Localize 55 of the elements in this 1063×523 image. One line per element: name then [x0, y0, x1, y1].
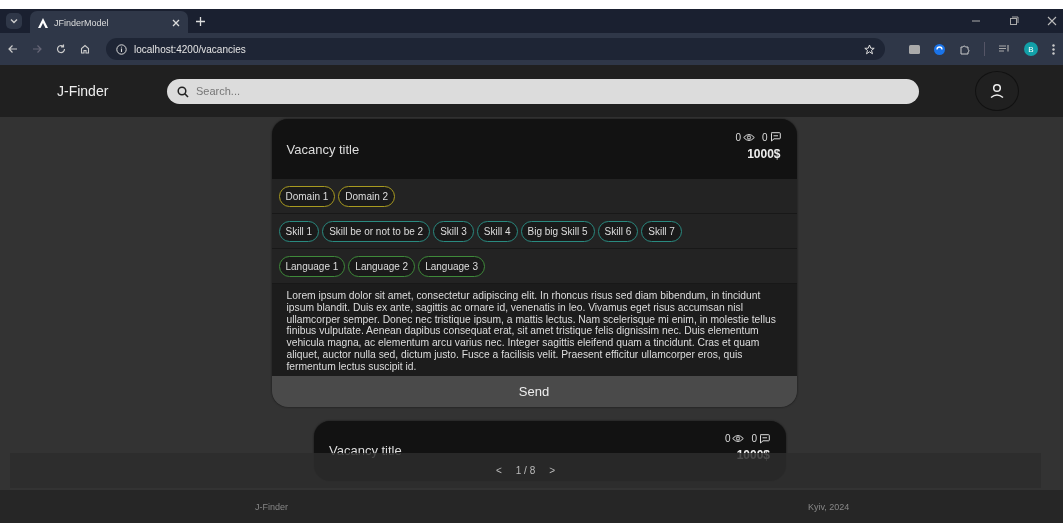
skill-tag: Skill be or not to be 2	[322, 220, 431, 242]
send-button[interactable]: Send	[271, 375, 797, 407]
language-tag: Language 2	[348, 255, 416, 277]
skill-tag: Skill 3	[433, 220, 474, 242]
vacancy-title: Vacancy title	[329, 443, 402, 459]
close-icon[interactable]	[1047, 16, 1057, 26]
more-icon[interactable]	[1052, 43, 1055, 55]
views-count: 0	[724, 433, 731, 445]
tab-title: JFinderModel	[54, 17, 110, 28]
next-page-button[interactable]: >	[547, 463, 558, 478]
skill-tag: Skill 1	[278, 220, 320, 242]
browser-tab[interactable]: JFinderModel	[30, 10, 188, 35]
logo[interactable]: J-Finder	[57, 83, 167, 99]
skill-tag: Big big Skill 5	[520, 220, 595, 242]
domain-tag: Domain 2	[338, 185, 396, 207]
vacancy-description: Lorem ipsum dolor sit amet, consectetur adipiscing elit. In rhoncus risus sed diam bibendum, in tincidunt ipsum blandit. Duis ex ante, sagittis ac ornare id, venenatis in leo. Vivamus eget risus accumsan nisl ullamcorper semper. Donec nec tristique ipsum, a mattis lectus. Nam scelerisque mi enim, in molestie tellus finibus vulputate. Aenean dapibus consequat erat, sit amet tristique felis dignissim nec. Duis elementum vehicula magna, ac elementum arcu varius nec. Integer sagittis eleifend quam a tincidunt. Cras et quam aliquet, auctor nulla sed, dictum justo. Fusce a facilisis velit. Praesent efficitur ullamcorper eros, quis fermentum lectus suscipit id.	[271, 284, 797, 376]
skill-tag: Skill 6	[597, 220, 639, 242]
puzzle-icon[interactable]	[959, 43, 970, 55]
previous-page-button[interactable]: <	[493, 463, 504, 478]
home-icon[interactable]	[80, 44, 90, 54]
url-text: localhost:4200/vacancies	[134, 43, 246, 55]
language-tag: Language 1	[278, 255, 346, 277]
comment-icon	[769, 132, 781, 142]
vacancy-title: Vacancy title	[286, 141, 360, 157]
language-tag: Language 3	[418, 255, 486, 277]
close-icon[interactable]	[172, 18, 180, 27]
footer-brand: J-Finder	[255, 501, 288, 512]
restore-icon[interactable]	[1009, 16, 1019, 26]
tab-search-button[interactable]	[6, 13, 22, 29]
caret-icon	[10, 18, 18, 24]
domain-tag: Domain 1	[278, 185, 336, 207]
extension-icon[interactable]	[934, 43, 945, 55]
salary: 1000$	[736, 448, 770, 463]
footer-location: Kyiv, 2024	[808, 501, 850, 512]
skill-tag: Skill 4	[476, 220, 518, 242]
new-tab-icon[interactable]	[196, 16, 205, 26]
comments-count: 0	[751, 433, 757, 445]
eye-icon	[732, 434, 745, 444]
search-field[interactable]: Search...	[167, 78, 919, 104]
user-icon	[989, 83, 1005, 99]
extension-icon[interactable]	[909, 44, 920, 54]
address-bar[interactable]: localhost:4200/vacancies	[106, 38, 885, 60]
page-indicator: 1 / 8	[515, 465, 536, 476]
app-logo-icon	[38, 17, 48, 28]
salary: 1000$	[747, 146, 781, 161]
views-count: 0	[735, 131, 741, 143]
comments-count: 0	[761, 131, 768, 143]
reload-icon[interactable]	[56, 44, 66, 54]
media-icon[interactable]	[999, 44, 1010, 54]
star-icon[interactable]	[864, 43, 875, 55]
back-icon[interactable]	[8, 44, 18, 54]
comment-icon	[759, 433, 770, 444]
info-icon	[116, 43, 127, 55]
eye-icon	[742, 132, 755, 142]
skill-tag: Skill 7	[641, 220, 682, 242]
